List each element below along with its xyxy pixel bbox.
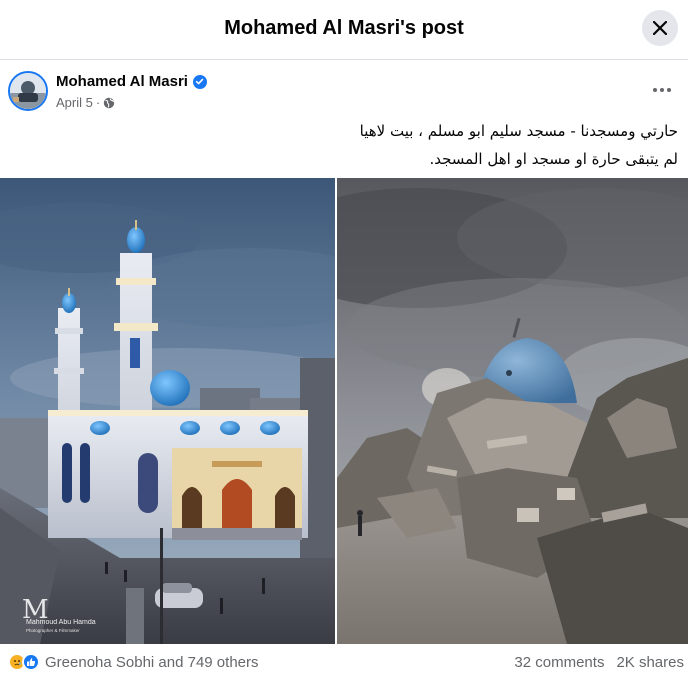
photo-grid: M Mahmoud Abu Hamda Photographer & Filmm… bbox=[0, 178, 688, 644]
post-date[interactable]: April 5 bbox=[56, 95, 93, 110]
post-author-row: Mohamed Al Masri April 5 · bbox=[8, 71, 680, 115]
more-horizontal-icon bbox=[653, 88, 671, 92]
verified-badge-icon bbox=[192, 74, 207, 89]
more-options-button[interactable] bbox=[644, 75, 680, 105]
photo-mosque-before[interactable]: M Mahmoud Abu Hamda Photographer & Filmm… bbox=[0, 178, 335, 644]
post-text: حارتي ومسجدنا - مسجد سليم ابو مسلم ، بيت… bbox=[14, 117, 678, 173]
author-name[interactable]: Mohamed Al Masri bbox=[56, 73, 188, 90]
post-text-line: لم يتبقى حارة او مسجد او اهل المسجد. bbox=[429, 150, 678, 168]
like-reaction-icon bbox=[22, 653, 40, 671]
watermark-name: Mahmoud Abu Hamda bbox=[26, 619, 96, 626]
meta-separator: · bbox=[95, 95, 101, 110]
post-meta: April 5 · bbox=[56, 95, 115, 110]
photo-mosque-after[interactable] bbox=[337, 178, 688, 644]
engagement-bar: Greenoha Sobhi and 749 others 32 comment… bbox=[0, 646, 688, 676]
dialog-title: Mohamed Al Masri's post bbox=[224, 17, 464, 39]
post-text-line: حارتي ومسجدنا - مسجد سليم ابو مسلم ، بيت… bbox=[359, 122, 678, 140]
comments-count[interactable]: 32 comments bbox=[514, 654, 604, 671]
dialog-header: Mohamed Al Masri's post bbox=[0, 0, 688, 60]
counts: 32 comments 2K shares bbox=[514, 654, 684, 671]
avatar[interactable] bbox=[8, 71, 48, 111]
reactions-text: Greenoha Sobhi and 749 others bbox=[45, 653, 259, 671]
shares-count[interactable]: 2K shares bbox=[616, 654, 684, 671]
globe-icon bbox=[104, 97, 115, 108]
author-name-row: Mohamed Al Masri bbox=[56, 73, 207, 90]
close-button[interactable] bbox=[642, 10, 678, 46]
reactions-summary[interactable]: Greenoha Sobhi and 749 others bbox=[8, 653, 259, 671]
close-icon bbox=[653, 21, 667, 35]
watermark-subtitle: Photographer & Filmmaker bbox=[26, 628, 80, 633]
